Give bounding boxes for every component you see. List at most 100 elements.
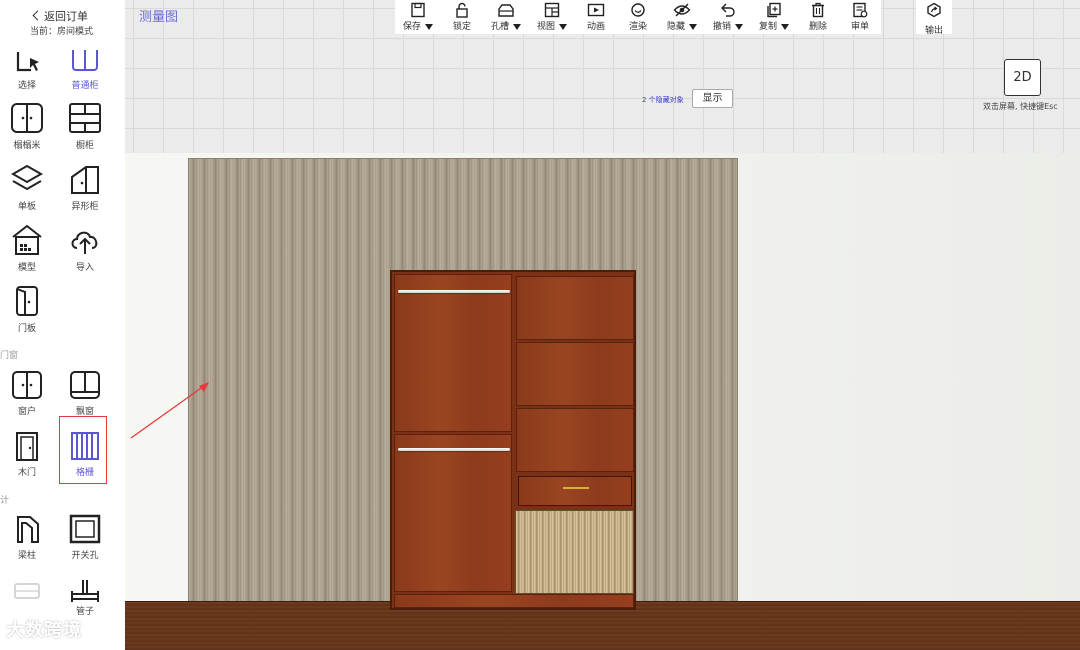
tool-beam-column-label: 梁柱 <box>17 551 36 561</box>
back-to-order-link[interactable]: 返回订单 <box>32 8 88 24</box>
tool-model[interactable]: 模型 <box>0 224 54 280</box>
top-toolbar: 保存 锁定 孔槽 视图 动画 渲染 隐藏 撤销 复制 删除 审单 <box>395 0 881 34</box>
toggle-2d-button[interactable]: 2D <box>1004 59 1041 96</box>
switch-hole-icon <box>69 514 101 544</box>
back-to-order-label: 返回订单 <box>44 10 88 23</box>
door-panel-icon <box>16 286 38 316</box>
device-icon <box>14 583 40 599</box>
hanging-rod-lower <box>398 448 510 451</box>
tool-kitchen-cabinet-label: 橱柜 <box>75 141 94 151</box>
wardrobe-right-shelf-1[interactable] <box>516 276 634 340</box>
tool-special-cabinet-label: 异形柜 <box>71 202 99 212</box>
tool-wood-door-label: 木门 <box>17 468 36 478</box>
tool-switch-hole-label: 开关孔 <box>71 551 99 561</box>
tool-wood-door[interactable]: 木门 <box>0 431 54 487</box>
drawer-handle <box>563 487 589 489</box>
toolbar-undo-label: 撤销 <box>705 19 751 32</box>
watermark-text: 大数跨境 <box>6 620 82 641</box>
section-design: 设计 <box>0 496 10 506</box>
toolbar-render-label: 渲染 <box>628 22 647 32</box>
hidden-objects-count: 2 个隐藏对象 <box>642 96 684 104</box>
window-icon <box>12 371 42 399</box>
toolbar-copy[interactable]: 复制 <box>751 0 797 34</box>
hide-eye-icon <box>673 3 691 17</box>
wood-door-icon <box>16 432 38 461</box>
toolbar-delete-label: 删除 <box>808 22 827 32</box>
toolbar-delete[interactable]: 删除 <box>797 0 839 34</box>
single-board-icon <box>10 164 44 191</box>
back-block: 返回订单 当前：房间模式 <box>0 0 125 46</box>
tool-special-cabinet[interactable]: 异形柜 <box>58 163 112 219</box>
tool-tatami[interactable]: 榻榻米 <box>0 102 54 158</box>
toolbar-lock[interactable]: 锁定 <box>441 0 483 34</box>
undo-icon <box>721 3 735 17</box>
room-3d-view[interactable] <box>125 153 1080 650</box>
render-icon <box>631 3 645 17</box>
tool-beam-column[interactable]: 梁柱 <box>0 514 54 570</box>
pipe-icon <box>71 580 99 602</box>
left-tool-sidebar: 返回订单 当前：房间模式 选择 普通柜 榻榻米 橱柜 单板 异形柜 模型 导入 … <box>0 0 125 650</box>
toolbar-hole-slot[interactable]: 孔槽 <box>483 0 529 34</box>
grille-door-insert[interactable] <box>515 510 634 594</box>
toolbar-undo[interactable]: 撤销 <box>705 0 751 34</box>
delete-trash-icon <box>812 2 824 18</box>
wardrobe-right-shelf-3[interactable] <box>516 408 634 472</box>
review-order-icon <box>853 2 868 18</box>
wardrobe-left-upper-door[interactable] <box>394 274 512 432</box>
select-cursor-icon <box>16 52 39 72</box>
wardrobe-cabinet[interactable] <box>390 270 636 610</box>
toolbar-render[interactable]: 渲染 <box>617 0 659 34</box>
tatami-icon <box>11 103 43 133</box>
wardrobe-left-lower-door[interactable] <box>394 434 512 592</box>
tool-door-panel[interactable]: 门板 <box>0 285 54 341</box>
toolbar-copy-label: 复制 <box>751 19 797 32</box>
wardrobe-right-shelf-2[interactable] <box>516 342 634 406</box>
tool-select-label: 选择 <box>17 81 36 91</box>
section-doors-windows: 门窗 <box>0 351 19 361</box>
tool-single-board-label: 单板 <box>17 202 36 212</box>
kitchen-cabinet-icon <box>69 103 101 133</box>
tool-select[interactable]: 选择 <box>0 50 54 106</box>
animation-icon <box>587 3 605 17</box>
tool-single-board[interactable]: 单板 <box>0 163 54 219</box>
tool-model-label: 模型 <box>17 263 36 273</box>
toolbar-review-order[interactable]: 审单 <box>839 0 881 34</box>
show-hidden-button[interactable]: 显示 <box>692 89 733 108</box>
wardrobe-drawer[interactable] <box>518 476 632 506</box>
copy-icon <box>767 2 781 18</box>
tool-window[interactable]: 窗户 <box>0 370 54 426</box>
tool-import-label: 导入 <box>75 263 94 273</box>
measure-drawing-link[interactable]: 测量图 <box>139 6 178 25</box>
save-icon <box>411 2 425 18</box>
toolbar-animation-label: 动画 <box>586 22 605 32</box>
toolbar-animation[interactable]: 动画 <box>575 0 617 34</box>
toolbar-view[interactable]: 视图 <box>529 0 575 34</box>
grille-selection-highlight <box>59 416 107 484</box>
toolbar-review-order-label: 审单 <box>850 22 869 32</box>
export-button[interactable]: 输出 <box>916 0 952 36</box>
wardrobe-plinth <box>394 594 634 608</box>
hanging-rod-upper <box>398 290 510 293</box>
toolbar-hole-slot-label: 孔槽 <box>483 19 529 32</box>
beam-column-icon <box>17 516 39 543</box>
tool-window-label: 窗户 <box>17 407 36 417</box>
view-grid-icon <box>544 2 560 18</box>
special-cabinet-icon <box>71 166 99 194</box>
current-mode-text: 当前：房间模式 <box>30 27 94 37</box>
toolbar-lock-label: 锁定 <box>452 22 471 32</box>
hole-slot-icon <box>498 4 514 17</box>
tool-import[interactable]: 导入 <box>58 224 112 280</box>
tool-switch-hole[interactable]: 开关孔 <box>58 514 112 570</box>
toolbar-hide-label: 隐藏 <box>659 19 705 32</box>
toolbar-hide[interactable]: 隐藏 <box>659 0 705 34</box>
model-house-icon <box>12 224 42 255</box>
cabinet-icon <box>72 50 98 71</box>
tool-kitchen-cabinet[interactable]: 橱柜 <box>58 102 112 158</box>
tool-tatami-label: 榻榻米 <box>13 141 41 151</box>
export-label: 输出 <box>924 26 943 36</box>
toolbar-save[interactable]: 保存 <box>395 0 441 34</box>
chevron-left-icon <box>32 10 43 21</box>
toolbar-view-label: 视图 <box>529 19 575 32</box>
view-hint-text: 双击屏幕, 快捷键Esc <box>983 102 1058 111</box>
tool-cabinet[interactable]: 普通柜 <box>58 50 112 106</box>
